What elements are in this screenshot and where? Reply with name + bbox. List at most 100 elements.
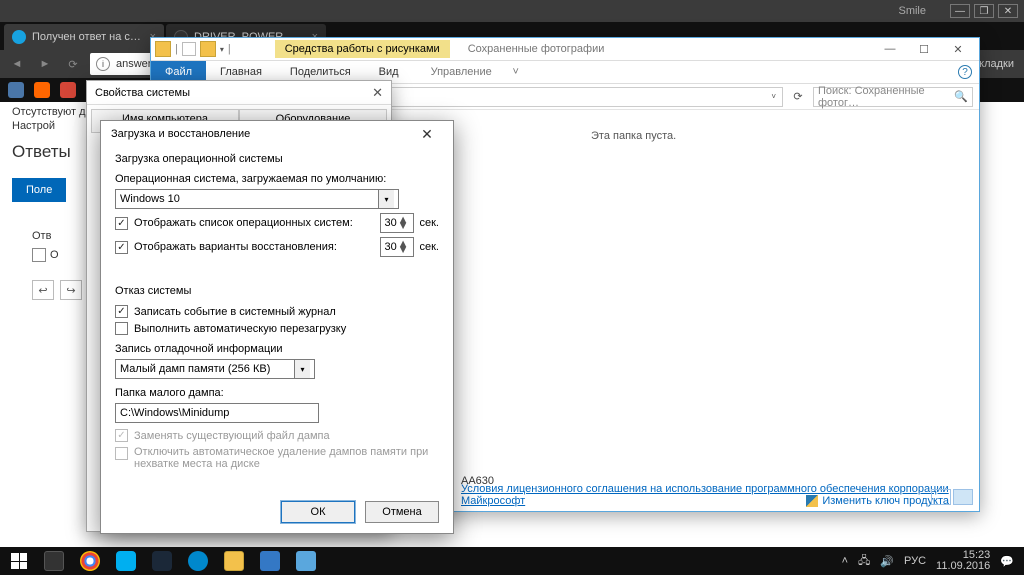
explorer-help-button[interactable]: ? [951, 61, 979, 83]
ribbon-collapse-icon[interactable]: ˅ [506, 61, 526, 83]
redo-button[interactable]: ↪ [60, 280, 82, 300]
explorer-titlebar[interactable]: | ▾ | Средства работы с рисунками Сохран… [151, 38, 979, 60]
taskbar-app-chrome[interactable] [74, 547, 106, 575]
overwrite-dump-label: Заменять существующий файл дампа [134, 430, 330, 442]
taskbar-app-explorer[interactable] [218, 547, 250, 575]
auto-restart-label: Выполнить автоматическую перезагрузку [134, 323, 346, 335]
sysprop-close-button[interactable]: ✕ [372, 85, 383, 101]
chevron-down-icon: ▾ [294, 360, 310, 378]
show-recovery-row: Отображать варианты восстановления: 30▲▼… [115, 237, 439, 257]
ribbon-tab-manage[interactable]: Управление [417, 61, 506, 83]
outer-close-button[interactable]: ✕ [998, 4, 1018, 18]
bookmarks-label: кладки [979, 58, 1018, 70]
dialog-title: Загрузка и восстановление [111, 128, 250, 140]
taskbar-app-search[interactable] [38, 547, 70, 575]
taskbar-app-paint[interactable] [290, 547, 322, 575]
undo-button[interactable]: ↩ [32, 280, 54, 300]
taskbar-app-settings[interactable] [254, 547, 286, 575]
titlebar-smile: Smile [898, 5, 926, 17]
tray-network-icon[interactable]: 🖧 [858, 552, 870, 571]
tab-title: Получен ответ на следу [32, 31, 144, 43]
auto-restart-checkbox[interactable] [115, 322, 128, 335]
useful-tab[interactable]: Поле [12, 178, 66, 202]
dialog-close-button[interactable]: ✕ [411, 126, 443, 143]
site-info-icon[interactable]: i [96, 57, 110, 71]
explorer-maximize-button[interactable]: ☐ [907, 39, 941, 59]
folder-icon [200, 41, 216, 57]
write-event-checkbox[interactable] [115, 305, 128, 318]
outer-minimize-button[interactable]: — [950, 4, 970, 18]
dump-type-value: Малый дамп памяти (256 КВ) [120, 363, 270, 375]
tray-date: 11.09.2016 [936, 561, 990, 572]
outer-titlebar: Smile — ❐ ✕ [0, 0, 1024, 22]
tray-volume-icon[interactable]: 🔊 [880, 555, 894, 568]
view-details-button[interactable] [931, 489, 951, 505]
taskbar-app-telegram[interactable] [182, 547, 214, 575]
os-list-timeout-input[interactable]: 30▲▼ [380, 213, 414, 233]
default-os-label: Операционная система, загружаемая по умо… [115, 173, 439, 185]
taskbar: ˄ 🖧 🔊 РУС 15:23 11.09.2016 💬 [0, 547, 1024, 575]
show-os-list-checkbox[interactable] [115, 217, 128, 230]
explorer-view-switcher [931, 489, 973, 505]
checkbox-label: О [50, 249, 59, 261]
sysprop-titlebar[interactable]: Свойства системы ✕ [87, 81, 391, 105]
startup-recovery-dialog: Загрузка и восстановление ✕ Загрузка опе… [100, 120, 454, 534]
separator: | [228, 43, 231, 55]
bookmark-icon[interactable] [60, 82, 76, 98]
tray-clock[interactable]: 15:23 11.09.2016 [936, 550, 990, 572]
answer-checkbox[interactable] [32, 248, 46, 262]
folder-icon [155, 41, 171, 57]
taskbar-app-steam[interactable] [146, 547, 178, 575]
dialog-titlebar[interactable]: Загрузка и восстановление ✕ [101, 121, 453, 147]
default-os-value: Windows 10 [120, 193, 180, 205]
search-icon: 🔍 [954, 90, 968, 103]
tray-language[interactable]: РУС [904, 555, 926, 567]
show-recovery-label: Отображать варианты восстановления: [134, 241, 374, 253]
start-button[interactable] [4, 547, 34, 575]
explorer-search-input[interactable]: Поиск: Сохраненные фотог… 🔍 [813, 87, 973, 107]
chevron-down-icon[interactable]: ▾ [220, 45, 224, 54]
show-os-list-label: Отображать список операционных систем: [134, 217, 374, 229]
overwrite-dump-checkbox [115, 429, 128, 442]
default-os-select[interactable]: Windows 10 ▾ [115, 189, 399, 209]
tab-favicon [12, 30, 26, 44]
empty-folder-label: Эта папка пуста. [591, 130, 676, 142]
system-tray: ˄ 🖧 🔊 РУС 15:23 11.09.2016 💬 [842, 550, 1020, 572]
recovery-timeout-input[interactable]: 30▲▼ [380, 237, 414, 257]
write-event-label: Записать событие в системный журнал [134, 306, 336, 318]
taskbar-app-skype[interactable] [110, 547, 142, 575]
show-recovery-checkbox[interactable] [115, 241, 128, 254]
bookmark-icon[interactable] [34, 82, 50, 98]
change-product-key-link[interactable]: Изменить ключ продукта [806, 495, 949, 507]
show-os-list-row: Отображать список операционных систем: 3… [115, 213, 439, 233]
nav-forward-button[interactable]: ► [34, 53, 56, 75]
seconds-label: сек. [420, 217, 440, 229]
explorer-close-button[interactable]: ✕ [941, 39, 975, 59]
dump-folder-label: Папка малого дампа: [115, 387, 439, 399]
tray-action-center-icon[interactable]: 💬 [1000, 555, 1014, 568]
url-text: answer [116, 58, 151, 70]
group-system-failure: Отказ системы [115, 285, 439, 297]
outer-maximize-button[interactable]: ❐ [974, 4, 994, 18]
qat-icon[interactable] [182, 42, 196, 56]
view-icons-button[interactable] [953, 489, 973, 505]
nav-back-button[interactable]: ◄ [6, 53, 28, 75]
disable-auto-delete-checkbox [115, 447, 128, 460]
sysprop-title: Свойства системы [95, 87, 190, 99]
cancel-button[interactable]: Отмена [365, 501, 439, 523]
explorer-title: Сохраненные фотографии [468, 43, 605, 55]
explorer-minimize-button[interactable]: — [873, 39, 907, 59]
group-system-startup: Загрузка операционной системы [115, 153, 439, 165]
nav-reload-button[interactable]: ⟳ [62, 53, 84, 75]
chevron-down-icon[interactable]: ˅ [771, 92, 776, 101]
ok-button[interactable]: ОК [281, 501, 355, 523]
dump-folder-input[interactable]: C:\Windows\Minidump [115, 403, 319, 423]
dump-type-select[interactable]: Малый дамп памяти (256 КВ) ▾ [115, 359, 315, 379]
bookmark-icon[interactable] [8, 82, 24, 98]
tray-chevron-icon[interactable]: ˄ [842, 555, 848, 567]
disable-auto-delete-label: Отключить автоматическое удаление дампов… [134, 446, 439, 470]
ribbon-contextual-label: Средства работы с рисунками [275, 40, 450, 58]
refresh-button[interactable]: ⟳ [789, 90, 807, 103]
browser-tab-1[interactable]: Получен ответ на следу × [4, 24, 164, 50]
seconds-label: сек. [420, 241, 440, 253]
